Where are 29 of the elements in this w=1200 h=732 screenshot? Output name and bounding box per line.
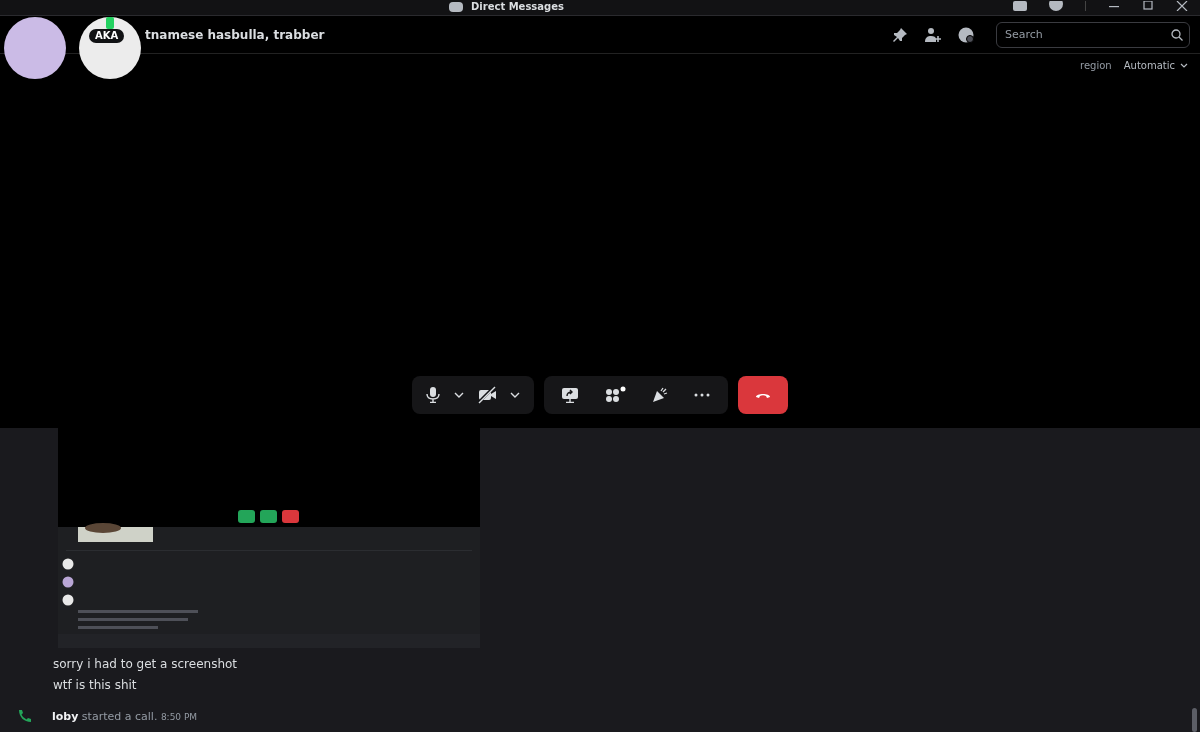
disconnect-button[interactable] [738, 376, 788, 414]
party-horn-icon [652, 387, 668, 403]
region-label: region [1080, 60, 1112, 71]
scrollbar[interactable] [1192, 708, 1197, 732]
window-title: Direct Messages [471, 1, 564, 13]
nickname-badge: AKA [89, 29, 125, 43]
chevron-icon [510, 392, 520, 398]
add-friend-icon[interactable] [924, 26, 942, 43]
profile-icon[interactable] [958, 26, 974, 43]
chevron-icon [1180, 62, 1188, 69]
close-icon[interactable] [1176, 1, 1188, 11]
search-field[interactable]: Search [996, 21, 1190, 48]
search-input[interactable]: Search [1003, 27, 1171, 42]
pin-icon[interactable] [892, 26, 908, 43]
microphone-icon [426, 387, 440, 403]
more-icon [694, 393, 710, 397]
hang-up-icon [755, 391, 771, 399]
call-event-text: loby started a call. 8:50 PM [52, 709, 198, 723]
region-dropdown[interactable]: Automatic [1123, 60, 1188, 71]
message-text: sorry i had to get a screenshot [53, 656, 239, 672]
recipient-names: tnamese hasbulla, trabber [145, 27, 326, 42]
screen-icon [562, 387, 578, 403]
apps-icon [604, 386, 626, 404]
phone-icon [18, 709, 32, 723]
chevron-icon [454, 392, 464, 398]
camera-icon [478, 386, 496, 404]
search-icon [1171, 28, 1183, 41]
message-text: wtf is this shit [53, 677, 138, 693]
maximize-icon[interactable] [1142, 1, 1154, 11]
